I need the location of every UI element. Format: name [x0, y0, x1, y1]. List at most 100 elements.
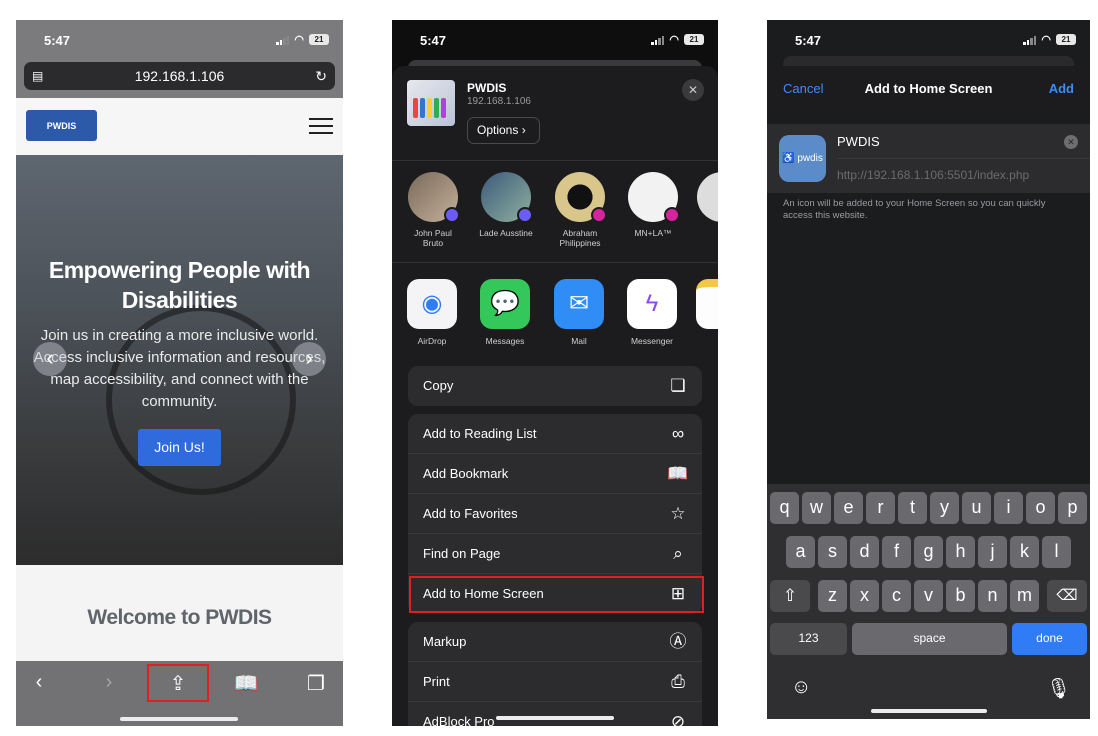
- contact-abraham[interactable]: Abraham Philippines: [550, 172, 610, 248]
- action-print[interactable]: Print ⎙: [408, 662, 702, 702]
- messenger-app[interactable]: ϟ Messenger: [621, 279, 683, 346]
- contact-john-paul[interactable]: John Paul Bruto: [403, 172, 463, 248]
- action-add-favorites[interactable]: Add to Favorites ☆: [408, 494, 702, 534]
- key[interactable]: p: [1058, 492, 1087, 524]
- key[interactable]: l: [1042, 536, 1071, 568]
- tabs-icon[interactable]: ❐: [301, 671, 331, 696]
- backspace-key-icon[interactable]: ⌫: [1047, 580, 1087, 612]
- welcome-heading: Welcome to PWDIS: [87, 606, 272, 629]
- key[interactable]: n: [978, 580, 1007, 612]
- action-group-copy: Copy ❏: [408, 366, 702, 406]
- instagram-badge-icon: [664, 207, 680, 223]
- action-markup[interactable]: Markup Ⓐ: [408, 622, 702, 662]
- site-logo[interactable]: PWDIS: [26, 110, 97, 141]
- hamburger-menu-icon[interactable]: [309, 118, 333, 139]
- notes-icon: [696, 279, 718, 329]
- action-label: Add to Reading List: [423, 426, 537, 441]
- key[interactable]: m: [1010, 580, 1039, 612]
- reload-icon[interactable]: ↻: [315, 62, 327, 90]
- close-icon[interactable]: ✕: [682, 79, 704, 101]
- url-field: http://192.168.1.106:5501/index.php: [837, 168, 1030, 182]
- action-copy[interactable]: Copy ❏: [408, 366, 702, 406]
- options-label: Options: [477, 123, 519, 137]
- join-button[interactable]: Join Us!: [138, 429, 221, 466]
- key[interactable]: t: [898, 492, 927, 524]
- key[interactable]: d: [850, 536, 879, 568]
- action-reading-list[interactable]: Add to Reading List ∞: [408, 414, 702, 454]
- action-label: AdBlock Pro: [423, 714, 495, 726]
- hero-title: Empowering People with Disabilities: [48, 257, 311, 313]
- messenger-badge-icon: [517, 207, 533, 223]
- key[interactable]: s: [818, 536, 847, 568]
- space-key[interactable]: space: [852, 623, 1007, 655]
- key[interactable]: j: [978, 536, 1007, 568]
- back-icon[interactable]: ‹: [24, 671, 54, 694]
- key[interactable]: q: [770, 492, 799, 524]
- key[interactable]: z: [818, 580, 847, 612]
- key[interactable]: w: [802, 492, 831, 524]
- contact-partial[interactable]: [692, 172, 718, 228]
- block-icon: ⊘: [670, 712, 686, 726]
- clear-text-icon[interactable]: ✕: [1064, 135, 1078, 149]
- wheelchair-icon: ♿: [782, 153, 795, 164]
- carousel-prev-icon[interactable]: ‹: [33, 342, 67, 376]
- contact-name: MN+LA™: [634, 228, 672, 238]
- carousel-next-icon[interactable]: ›: [292, 342, 326, 376]
- mail-icon: ✉: [554, 279, 604, 329]
- address-bar[interactable]: ▤ 192.168.1.106 ↻: [24, 62, 335, 90]
- action-adblock-pro[interactable]: AdBlock Pro ⊘: [408, 702, 702, 726]
- app-label: Mail: [571, 336, 587, 346]
- share-sheet: PWDIS 192.168.1.106 Options › ✕ John Pau…: [392, 66, 718, 726]
- key[interactable]: g: [914, 536, 943, 568]
- contact-mnla[interactable]: MN+LA™: [623, 172, 683, 238]
- safari-toolbar: ‹ › ⇪ 📖 ❐: [16, 661, 343, 726]
- share-sheet-screen: 5:47 ◠ 21 PWDIS 192.168.1.106 Options › …: [392, 20, 718, 726]
- key[interactable]: k: [1010, 536, 1039, 568]
- notes-app[interactable]: N: [690, 279, 718, 346]
- markup-icon: Ⓐ: [669, 632, 687, 651]
- action-group-more: Markup Ⓐ Print ⎙ AdBlock Pro ⊘: [408, 622, 702, 726]
- contact-lade[interactable]: Lade Ausstine: [476, 172, 536, 238]
- done-key[interactable]: done: [1012, 623, 1087, 655]
- name-field[interactable]: PWDIS: [837, 134, 880, 149]
- microphone-icon[interactable]: 🎙: [1046, 676, 1071, 701]
- key[interactable]: v: [914, 580, 943, 612]
- wifi-icon: ◠: [1041, 34, 1051, 46]
- mail-app[interactable]: ✉ Mail: [548, 279, 610, 346]
- action-find-on-page[interactable]: Find on Page ⌕: [408, 534, 702, 574]
- page-title: Add to Home Screen: [864, 81, 993, 96]
- key[interactable]: h: [946, 536, 975, 568]
- numbers-key[interactable]: 123: [770, 623, 847, 655]
- key[interactable]: b: [946, 580, 975, 612]
- key[interactable]: f: [882, 536, 911, 568]
- messenger-badge-icon: [444, 207, 460, 223]
- safari-screen: 5:47 ◠ 21 ▤ 192.168.1.106 ↻ PWDIS Empowe…: [16, 20, 343, 726]
- messenger-icon: ϟ: [627, 279, 677, 329]
- airdrop-app[interactable]: ◉ AirDrop: [401, 279, 463, 346]
- key[interactable]: c: [882, 580, 911, 612]
- messages-app[interactable]: 💬 Messages: [474, 279, 536, 346]
- nav-bar: Cancel Add to Home Screen Add: [767, 66, 1090, 116]
- page-menu-icon[interactable]: ▤: [32, 62, 43, 90]
- key[interactable]: x: [850, 580, 879, 612]
- key[interactable]: y: [930, 492, 959, 524]
- forward-icon[interactable]: ›: [94, 671, 124, 694]
- avatar: [555, 172, 607, 223]
- status-bar: 5:47 ◠ 21: [767, 20, 1090, 60]
- key[interactable]: r: [866, 492, 895, 524]
- key[interactable]: o: [1026, 492, 1055, 524]
- add-to-home-highlight-box: [409, 576, 704, 613]
- bookmarks-icon[interactable]: 📖: [231, 671, 261, 696]
- emoji-icon[interactable]: ☺: [791, 676, 811, 699]
- home-indicator: [496, 716, 614, 720]
- key[interactable]: i: [994, 492, 1023, 524]
- shift-key-icon[interactable]: ⇧: [770, 580, 810, 612]
- action-label: Print: [423, 674, 450, 689]
- action-add-bookmark[interactable]: Add Bookmark 📖: [408, 454, 702, 494]
- key[interactable]: u: [962, 492, 991, 524]
- options-button[interactable]: Options ›: [467, 117, 540, 144]
- add-button[interactable]: Add: [1049, 81, 1074, 96]
- key[interactable]: a: [786, 536, 815, 568]
- safari-top-bar: 5:47 ◠ 21 ▤ 192.168.1.106 ↻: [16, 20, 343, 98]
- key[interactable]: e: [834, 492, 863, 524]
